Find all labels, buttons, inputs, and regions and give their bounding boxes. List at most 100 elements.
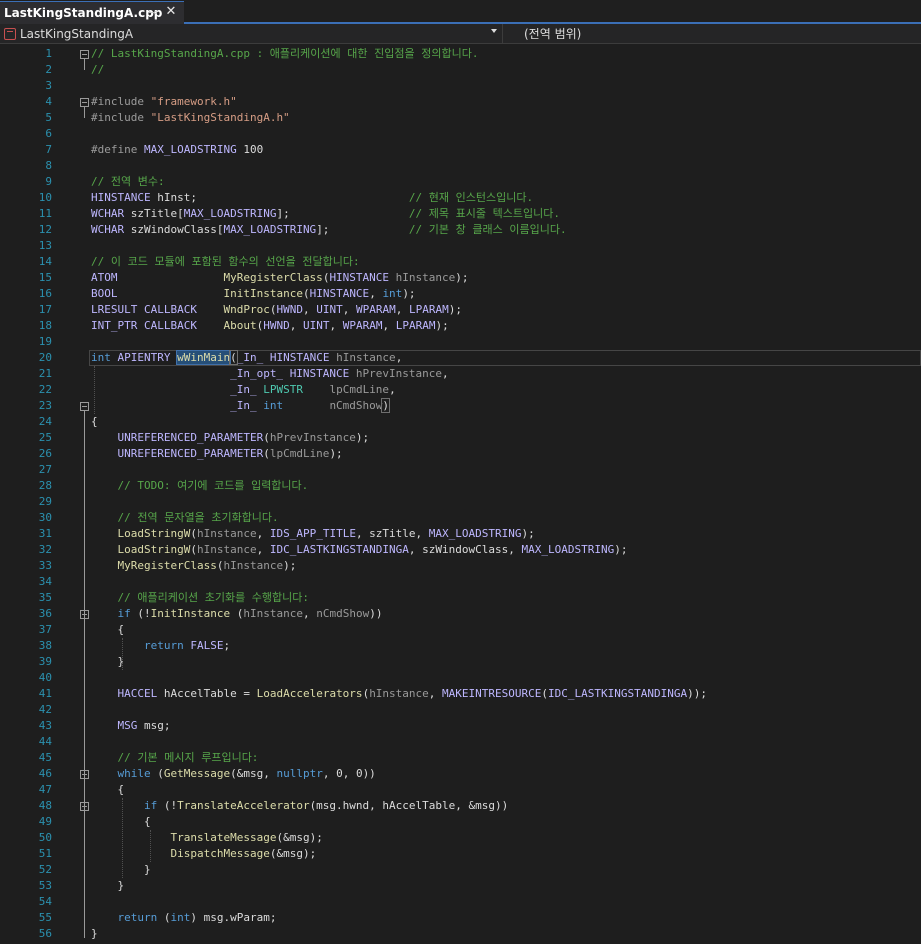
code-line[interactable]: 17 LRESULT CALLBACK WndProc(HWND, UINT, W…: [0, 302, 921, 318]
collapse-icon[interactable]: [80, 98, 89, 107]
code-line[interactable]: 48 if (!TranslateAccelerator(msg.hwnd, h…: [0, 798, 921, 814]
code-text[interactable]: // 이 코드 모듈에 포함된 함수의 선언을 전달합니다:: [91, 254, 360, 270]
code-text[interactable]: #include "framework.h": [91, 94, 237, 110]
code-line[interactable]: 25 UNREFERENCED_PARAMETER(hPrevInstance)…: [0, 430, 921, 446]
code-line[interactable]: 2 //: [0, 62, 921, 78]
code-line[interactable]: 14 // 이 코드 모듈에 포함된 함수의 선언을 전달합니다:: [0, 254, 921, 270]
code-line[interactable]: 1 // LastKingStandingA.cpp : 애플리케이션에 대한 진…: [0, 46, 921, 62]
code-line[interactable]: 37 {: [0, 622, 921, 638]
project-dropdown[interactable]: LastKingStandingA: [0, 24, 503, 43]
code-text[interactable]: {: [91, 622, 124, 638]
code-line[interactable]: 6: [0, 126, 921, 142]
code-line[interactable]: 55 return (int) msg.wParam;: [0, 910, 921, 926]
code-line[interactable]: 26 UNREFERENCED_PARAMETER(lpCmdLine);: [0, 446, 921, 462]
code-text[interactable]: UNREFERENCED_PARAMETER(lpCmdLine);: [91, 446, 343, 462]
code-line[interactable]: 23 _In_ int nCmdShow): [0, 398, 921, 414]
code-line[interactable]: 18 INT_PTR CALLBACK About(HWND, UINT, WPA…: [0, 318, 921, 334]
code-line[interactable]: 31 LoadStringW(hInstance, IDS_APP_TITLE,…: [0, 526, 921, 542]
code-line[interactable]: 33 MyRegisterClass(hInstance);: [0, 558, 921, 574]
code-text[interactable]: // 전역 문자열을 초기화합니다.: [91, 510, 279, 526]
code-line[interactable]: 35 // 애플리케이션 초기화를 수행합니다:: [0, 590, 921, 606]
code-line[interactable]: 15 ATOM MyRegisterClass(HINSTANCE hInstan…: [0, 270, 921, 286]
code-line[interactable]: 10 HINSTANCE hInst; // 현재 인스턴스입니다.: [0, 190, 921, 206]
code-line[interactable]: 46 while (GetMessage(&msg, nullptr, 0, 0…: [0, 766, 921, 782]
code-text[interactable]: {: [91, 414, 98, 430]
code-text[interactable]: }: [91, 878, 124, 894]
code-text[interactable]: TranslateMessage(&msg);: [91, 830, 322, 846]
code-line[interactable]: 50 TranslateMessage(&msg);: [0, 830, 921, 846]
code-line[interactable]: 53 }: [0, 878, 921, 894]
code-text[interactable]: LoadStringW(hInstance, IDC_LASTKINGSTAND…: [91, 542, 628, 558]
code-line[interactable]: 41 HACCEL hAccelTable = LoadAccelerators…: [0, 686, 921, 702]
code-line[interactable]: 19: [0, 334, 921, 350]
code-line[interactable]: 49 {: [0, 814, 921, 830]
code-line[interactable]: 24 {: [0, 414, 921, 430]
code-line[interactable]: 45 // 기본 메시지 루프입니다:: [0, 750, 921, 766]
code-text[interactable]: // 전역 변수:: [91, 174, 165, 190]
code-text[interactable]: LRESULT CALLBACK WndProc(HWND, UINT, WPA…: [91, 302, 462, 318]
code-line[interactable]: 8: [0, 158, 921, 174]
code-text[interactable]: ATOM MyRegisterClass(HINSTANCE hInstance…: [91, 270, 469, 286]
code-line[interactable]: 22 _In_ LPWSTR lpCmdLine,: [0, 382, 921, 398]
code-text[interactable]: }: [91, 926, 98, 942]
code-text[interactable]: // LastKingStandingA.cpp : 애플리케이션에 대한 진입…: [91, 46, 478, 62]
code-line[interactable]: 28 // TODO: 여기에 코드를 입력합니다.: [0, 478, 921, 494]
code-text[interactable]: _In_ LPWSTR lpCmdLine,: [91, 382, 396, 398]
code-line[interactable]: 43 MSG msg;: [0, 718, 921, 734]
code-editor[interactable]: 1 // LastKingStandingA.cpp : 애플리케이션에 대한 진…: [0, 44, 921, 944]
code-text[interactable]: WCHAR szWindowClass[MAX_LOADSTRING]; // …: [91, 222, 567, 238]
code-line[interactable]: 11 WCHAR szTitle[MAX_LOADSTRING]; // 제목 표…: [0, 206, 921, 222]
code-text[interactable]: // 기본 메시지 루프입니다:: [91, 750, 259, 766]
code-text[interactable]: WCHAR szTitle[MAX_LOADSTRING]; // 제목 표시줄…: [91, 206, 560, 222]
code-line[interactable]: 21 _In_opt_ HINSTANCE hPrevInstance,: [0, 366, 921, 382]
code-text[interactable]: }: [91, 654, 124, 670]
code-line[interactable]: 16 BOOL InitInstance(HINSTANCE, int);: [0, 286, 921, 302]
chevron-down-icon[interactable]: [491, 29, 497, 33]
collapse-icon[interactable]: [80, 50, 89, 59]
code-line[interactable]: 20 int APIENTRY wWinMain(_In_ HINSTANCE h…: [0, 350, 921, 366]
code-text[interactable]: return FALSE;: [91, 638, 230, 654]
code-text[interactable]: HACCEL hAccelTable = LoadAccelerators(hI…: [91, 686, 707, 702]
code-line[interactable]: 42: [0, 702, 921, 718]
code-text[interactable]: if (!InitInstance (hInstance, nCmdShow)): [91, 606, 383, 622]
pin-icon[interactable]: ⊸: [146, 6, 160, 20]
code-line[interactable]: 54: [0, 894, 921, 910]
document-tab[interactable]: LastKingStandingA.cpp ⊸ ✕: [0, 1, 184, 24]
collapse-icon[interactable]: [80, 402, 89, 411]
code-text[interactable]: MyRegisterClass(hInstance);: [91, 558, 297, 574]
code-text[interactable]: INT_PTR CALLBACK About(HWND, UINT, WPARA…: [91, 318, 449, 334]
code-line[interactable]: 38 return FALSE;: [0, 638, 921, 654]
code-line[interactable]: 27: [0, 462, 921, 478]
code-line[interactable]: 39 }: [0, 654, 921, 670]
code-line[interactable]: 9 // 전역 변수:: [0, 174, 921, 190]
code-text[interactable]: #include "LastKingStandingA.h": [91, 110, 290, 126]
code-text[interactable]: MSG msg;: [91, 718, 171, 734]
code-line[interactable]: 56}: [0, 926, 921, 942]
code-line[interactable]: 5 #include "LastKingStandingA.h": [0, 110, 921, 126]
code-line[interactable]: 44: [0, 734, 921, 750]
code-text[interactable]: if (!TranslateAccelerator(msg.hwnd, hAcc…: [91, 798, 508, 814]
code-text[interactable]: //: [91, 62, 104, 78]
code-text[interactable]: LoadStringW(hInstance, IDS_APP_TITLE, sz…: [91, 526, 535, 542]
code-text[interactable]: // 애플리케이션 초기화를 수행합니다:: [91, 590, 310, 606]
code-text[interactable]: {: [91, 782, 124, 798]
code-line[interactable]: 30 // 전역 문자열을 초기화합니다.: [0, 510, 921, 526]
code-text[interactable]: {: [91, 814, 151, 830]
code-line[interactable]: 51 DispatchMessage(&msg);: [0, 846, 921, 862]
code-line[interactable]: 40: [0, 670, 921, 686]
code-text[interactable]: HINSTANCE hInst; // 현재 인스턴스입니다.: [91, 190, 533, 206]
code-line[interactable]: 4 #include "framework.h": [0, 94, 921, 110]
collapse-icon[interactable]: [80, 770, 89, 779]
code-line[interactable]: 52 }: [0, 862, 921, 878]
code-line[interactable]: 3: [0, 78, 921, 94]
code-text[interactable]: return (int) msg.wParam;: [91, 910, 277, 926]
collapse-icon[interactable]: [80, 610, 89, 619]
code-line[interactable]: 34: [0, 574, 921, 590]
code-text[interactable]: _In_opt_ HINSTANCE hPrevInstance,: [91, 366, 449, 382]
code-text[interactable]: int APIENTRY wWinMain(_In_ HINSTANCE hIn…: [91, 350, 402, 366]
collapse-icon[interactable]: [80, 802, 89, 811]
code-line[interactable]: 47 {: [0, 782, 921, 798]
scope-dropdown[interactable]: (전역 범위): [524, 24, 581, 43]
code-line[interactable]: 13: [0, 238, 921, 254]
code-text[interactable]: _In_ int nCmdShow): [91, 398, 390, 414]
